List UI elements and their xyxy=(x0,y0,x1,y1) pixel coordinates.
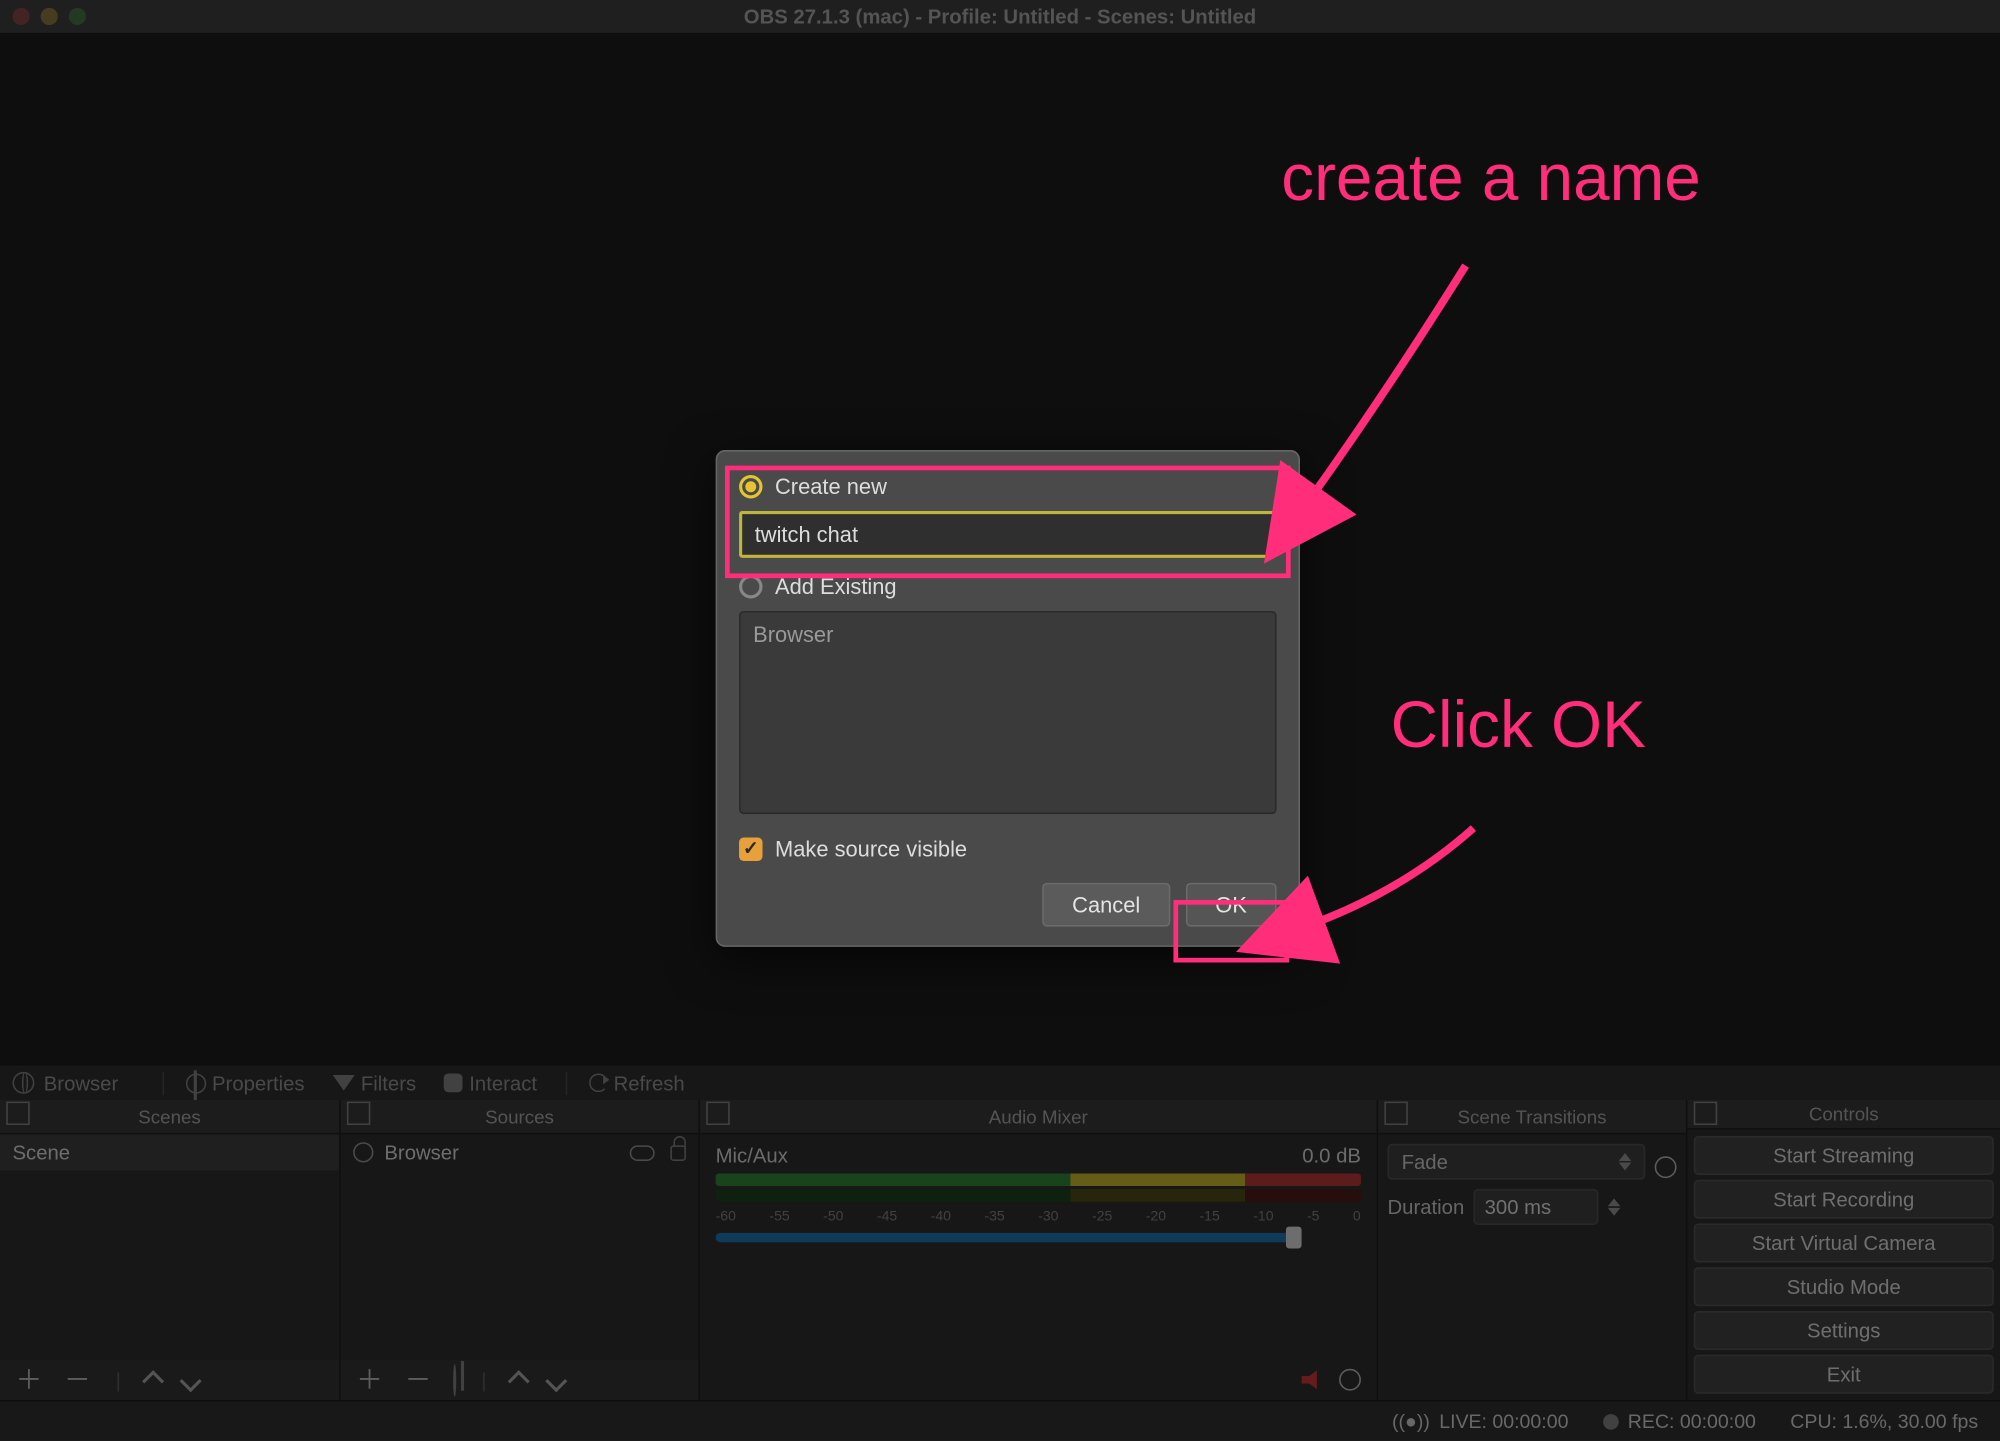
control-button-settings[interactable]: Settings xyxy=(1694,1311,1994,1350)
status-bar: ((●)) LIVE: 00:00:00 REC: 00:00:00 CPU: 1… xyxy=(0,1400,2000,1441)
ok-button[interactable]: OK xyxy=(1186,883,1277,927)
source-name-input[interactable] xyxy=(739,511,1277,558)
titlebar: OBS 27.1.3 (mac) - Profile: Untitled - S… xyxy=(0,0,2000,34)
transition-settings-icon[interactable] xyxy=(1655,1155,1677,1177)
live-status: LIVE: 00:00:00 xyxy=(1439,1410,1568,1432)
controls-panel: Controls Start Streaming Start Recording S… xyxy=(1688,1100,2000,1400)
duration-stepper[interactable] xyxy=(1608,1198,1621,1215)
channel-name: Mic/Aux xyxy=(716,1144,788,1167)
sources-header: Sources xyxy=(485,1105,554,1127)
create-source-dialog: Create new Add Existing Browser ✓ Make s… xyxy=(716,450,1300,947)
mixer-header: Audio Mixer xyxy=(989,1105,1088,1127)
selected-source-label: Browser xyxy=(44,1071,119,1094)
control-button-exit[interactable]: Exit xyxy=(1694,1355,1994,1394)
create-new-radio-row[interactable]: Create new xyxy=(739,473,1277,498)
scenes-panel: Scenes Scene ＋ － | xyxy=(0,1100,341,1400)
bottom-panels: Scenes Scene ＋ － | Sources Browser xyxy=(0,1100,2000,1400)
volume-slider[interactable] xyxy=(716,1233,1299,1242)
add-source-button[interactable]: ＋ xyxy=(356,1366,383,1393)
scene-down-button[interactable] xyxy=(183,1366,199,1393)
popout-icon[interactable] xyxy=(1697,1105,1717,1125)
globe-icon xyxy=(13,1072,35,1094)
popout-icon[interactable] xyxy=(709,1105,729,1125)
scene-up-button[interactable] xyxy=(146,1366,162,1393)
make-visible-checkbox-row[interactable]: ✓ Make source visible xyxy=(739,836,1277,861)
remove-source-button[interactable]: － xyxy=(405,1366,432,1393)
controls-header: Controls xyxy=(1809,1103,1879,1125)
popout-icon[interactable] xyxy=(1388,1105,1408,1125)
transition-selected-label: Fade xyxy=(1402,1150,1448,1173)
existing-sources-list[interactable]: Browser xyxy=(739,611,1277,814)
existing-source-item[interactable]: Browser xyxy=(753,622,1262,647)
audio-mixer-panel: Audio Mixer Mic/Aux 0.0 dB -60-55-50-45-4… xyxy=(700,1100,1378,1400)
mute-icon[interactable] xyxy=(1302,1370,1324,1389)
transitions-header: Scene Transitions xyxy=(1457,1105,1606,1127)
interact-button[interactable]: Interact xyxy=(444,1071,537,1094)
scenes-header: Scenes xyxy=(138,1105,201,1127)
control-button-start-streaming[interactable]: Start Streaming xyxy=(1694,1136,1994,1175)
cancel-button[interactable]: Cancel xyxy=(1042,883,1169,927)
hand-icon xyxy=(444,1073,463,1092)
source-item-label: Browser xyxy=(384,1141,459,1164)
slider-knob[interactable] xyxy=(1286,1227,1302,1249)
cpu-status: CPU: 1.6%, 30.00 fps xyxy=(1790,1410,1978,1432)
filters-button[interactable]: Filters xyxy=(333,1071,416,1094)
refresh-button[interactable]: Refresh xyxy=(589,1071,685,1094)
scene-transitions-panel: Scene Transitions Fade Duration xyxy=(1378,1100,1687,1400)
meter-top xyxy=(716,1173,1361,1186)
control-button-start-recording[interactable]: Start Recording xyxy=(1694,1180,1994,1219)
mixer-channel: Mic/Aux 0.0 dB -60-55-50-45-40-35-30-25-2… xyxy=(700,1134,1377,1251)
radio-off-icon[interactable] xyxy=(739,574,762,597)
channel-db: 0.0 dB xyxy=(1302,1144,1361,1167)
source-settings-button[interactable] xyxy=(453,1366,456,1393)
record-dot-icon xyxy=(1603,1413,1619,1429)
make-visible-label: Make source visible xyxy=(775,836,967,861)
control-button-studio-mode[interactable]: Studio Mode xyxy=(1694,1267,1994,1306)
refresh-icon xyxy=(589,1073,608,1092)
checkbox-checked-icon[interactable]: ✓ xyxy=(739,837,762,860)
add-scene-button[interactable]: ＋ xyxy=(16,1366,43,1393)
source-toolbar: Browser Properties Filters Interact Refr… xyxy=(0,1066,2000,1100)
create-new-label: Create new xyxy=(775,473,887,498)
add-existing-label: Add Existing xyxy=(775,573,897,598)
source-up-button[interactable] xyxy=(512,1366,528,1393)
control-button-start-virtual-camera[interactable]: Start Virtual Camera xyxy=(1694,1223,1994,1262)
rec-status: REC: 00:00:00 xyxy=(1628,1410,1756,1432)
channel-settings-icon[interactable] xyxy=(1339,1369,1361,1391)
properties-button[interactable]: Properties xyxy=(185,1071,304,1094)
broadcast-icon: ((●)) xyxy=(1392,1410,1430,1432)
source-item[interactable]: Browser xyxy=(341,1134,699,1170)
transition-select[interactable]: Fade xyxy=(1388,1144,1646,1180)
db-scale: -60-55-50-45-40-35-30-25-20-15-10-50 xyxy=(716,1208,1361,1224)
scene-item[interactable]: Scene xyxy=(0,1134,339,1170)
source-down-button[interactable] xyxy=(549,1366,565,1393)
lock-icon[interactable] xyxy=(670,1145,686,1161)
remove-scene-button[interactable]: － xyxy=(64,1366,91,1393)
add-existing-radio-row[interactable]: Add Existing xyxy=(739,573,1277,598)
duration-input[interactable] xyxy=(1474,1189,1599,1225)
radio-on-icon[interactable] xyxy=(739,474,762,497)
sources-panel: Sources Browser ＋ － | xyxy=(341,1100,700,1400)
gear-icon xyxy=(185,1073,205,1093)
funnel-icon xyxy=(333,1075,355,1091)
meter-bottom xyxy=(716,1189,1361,1202)
popout-icon[interactable] xyxy=(350,1105,370,1125)
globe-icon xyxy=(353,1142,373,1162)
window-title: OBS 27.1.3 (mac) - Profile: Untitled - S… xyxy=(0,5,2000,28)
popout-icon[interactable] xyxy=(9,1105,29,1125)
duration-label: Duration xyxy=(1388,1195,1465,1218)
visibility-icon[interactable] xyxy=(630,1145,655,1161)
